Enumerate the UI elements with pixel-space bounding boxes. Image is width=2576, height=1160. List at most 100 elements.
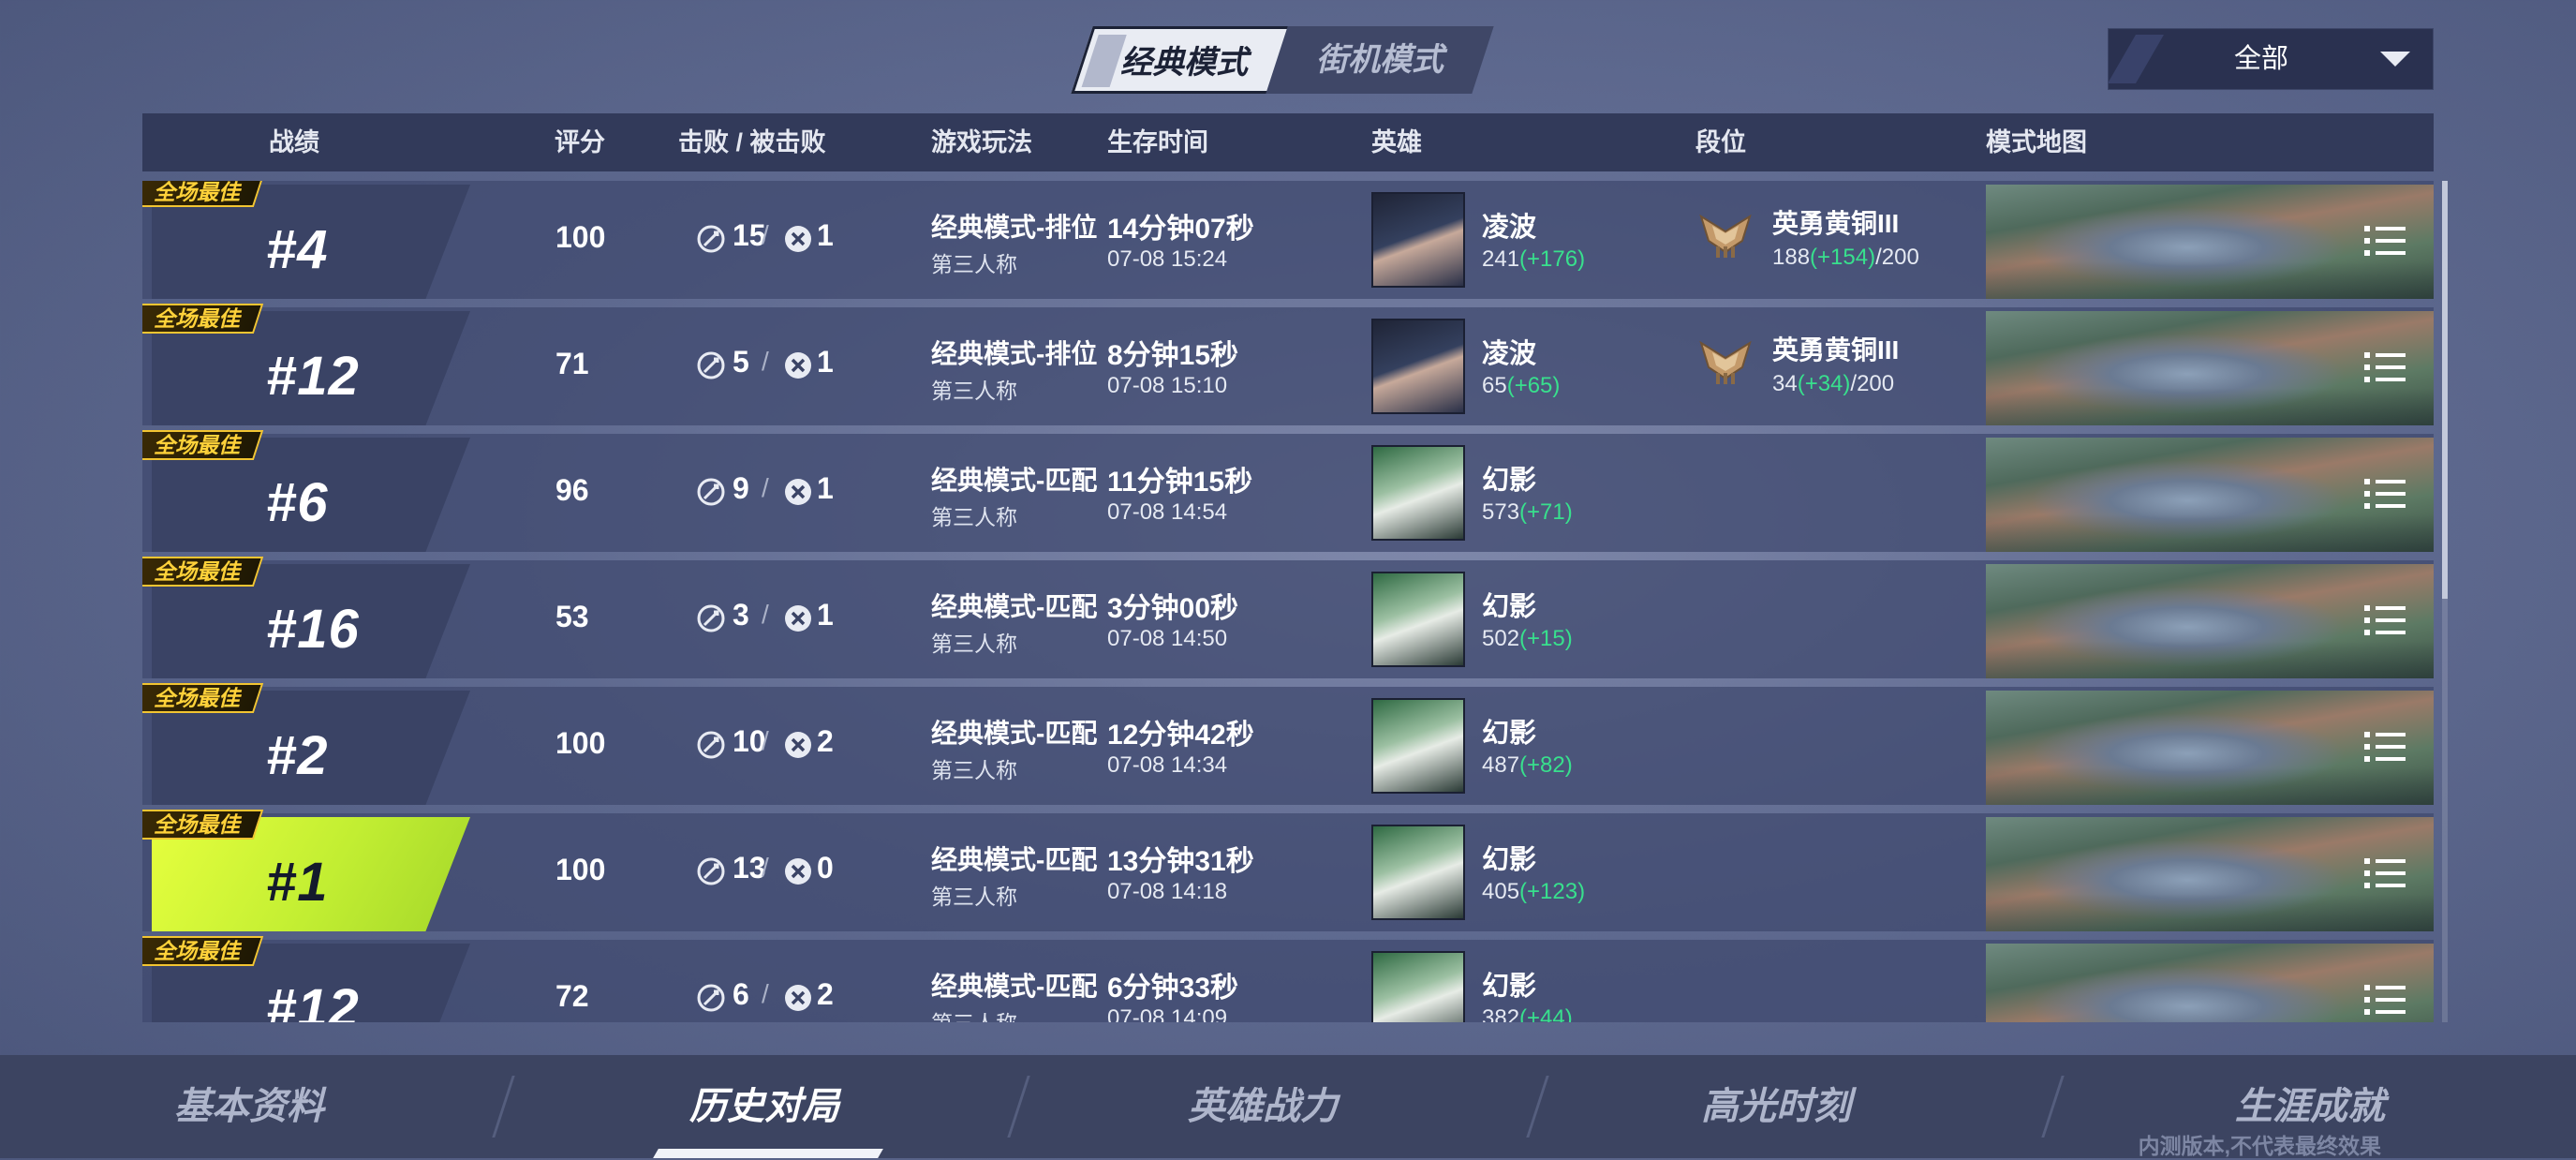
- map-thumbnail[interactable]: [1986, 438, 2434, 552]
- chevron-down-icon: [2380, 52, 2410, 67]
- kill-icon: [696, 350, 726, 380]
- death-icon: [783, 983, 813, 1013]
- kill-icon: [696, 224, 726, 254]
- hero-points-value: 487: [1482, 752, 1520, 778]
- map-thumbnail[interactable]: [1986, 564, 2434, 678]
- hero-points-value: 502: [1482, 626, 1520, 651]
- mvp-badge: 全场最佳: [142, 304, 264, 334]
- header-hero: 英雄: [1371, 128, 1422, 156]
- tab-classic-mode-label: 经典模式: [1120, 45, 1249, 81]
- tab-arcade-mode-label: 街机模式: [1316, 42, 1443, 78]
- deaths-value: 1: [817, 598, 834, 632]
- kd-separator: /: [762, 726, 769, 755]
- hero-avatar[interactable]: [1371, 572, 1465, 667]
- match-row[interactable]: #16 全场最佳 53 3 / 1 经典模式-匹配 第三人称 3分钟00秒 07-08 14:50…: [142, 557, 2434, 678]
- placement-rank: #6: [266, 472, 329, 533]
- hero-avatar[interactable]: [1371, 445, 1465, 541]
- tier-points-max: /200: [1875, 245, 1919, 270]
- mvp-badge-label: 全场最佳: [154, 306, 240, 331]
- map-thumbnail[interactable]: [1986, 185, 2434, 299]
- map-thumbnail[interactable]: [1986, 817, 2434, 931]
- map-thumbnail[interactable]: [1986, 691, 2434, 805]
- kd-separator: /: [762, 979, 769, 1008]
- list-icon[interactable]: [2364, 477, 2406, 511]
- nav-divider: [1526, 1076, 1549, 1138]
- score-value: 71: [555, 347, 589, 380]
- kd-separator: /: [762, 853, 769, 882]
- hero-points-gain: (+82): [1519, 752, 1573, 778]
- header-rank: 段位: [1695, 128, 1746, 156]
- kd-separator: /: [762, 220, 769, 249]
- map-thumbnail[interactable]: [1986, 944, 2434, 1022]
- nav-match-history[interactable]: 历史对局: [689, 1076, 839, 1130]
- hero-avatar[interactable]: [1371, 319, 1465, 414]
- hero-name: 凌波: [1482, 339, 1537, 369]
- kd-separator: /: [762, 473, 769, 502]
- match-datetime: 07-08 14:09: [1107, 1005, 1228, 1022]
- match-row[interactable]: #4 全场最佳 100 15/1 经典模式-排位 第三人称 14分钟07秒 07-08 15:…: [142, 181, 2434, 299]
- death-icon: [783, 856, 813, 886]
- score-value: 100: [555, 220, 606, 254]
- hero-avatar[interactable]: [1371, 951, 1465, 1022]
- tier-points-value: 188: [1772, 245, 1811, 270]
- match-datetime: 07-08 15:10: [1107, 373, 1228, 398]
- perspective: 第三人称: [931, 885, 1017, 909]
- match-row[interactable]: #12 全场最佳 72 6 / 2 经典模式-匹配第三人称 6分钟33秒07-08 14:09…: [142, 936, 2434, 1022]
- match-row[interactable]: #2 全场最佳 100 10/2 经典模式-匹配 第三人称 12分钟42秒 07-08 14:…: [142, 683, 2434, 805]
- list-icon[interactable]: [2364, 856, 2406, 890]
- perspective: 第三人称: [931, 1005, 1017, 1022]
- scrollbar-thumb[interactable]: [2442, 181, 2448, 599]
- hero-avatar[interactable]: [1371, 192, 1465, 288]
- placement-rank: #4: [266, 219, 329, 280]
- nav-career[interactable]: 生涯成就: [2235, 1076, 2385, 1130]
- mvp-badge-label: 全场最佳: [154, 433, 240, 457]
- hero-avatar[interactable]: [1371, 825, 1465, 920]
- hero-points-gain: (+176): [1519, 246, 1586, 272]
- nav-hero-power[interactable]: 英雄战力: [1188, 1076, 1338, 1130]
- list-icon[interactable]: [2364, 350, 2406, 384]
- filter-value: 全部: [2233, 44, 2288, 74]
- match-row[interactable]: #1 全场最佳 100 13/0 经典模式-匹配 第三人称 13分钟31秒 07-08 14:…: [142, 810, 2434, 931]
- hero-points-gain: (+123): [1519, 879, 1586, 904]
- list-icon[interactable]: [2364, 983, 2406, 1017]
- filter-dropdown[interactable]: 全部: [2107, 28, 2434, 90]
- mvp-badge: 全场最佳: [142, 181, 264, 207]
- hero-avatar[interactable]: [1371, 698, 1465, 794]
- kill-icon: [696, 983, 726, 1013]
- nav-highlights[interactable]: 高光时刻: [1701, 1076, 1851, 1130]
- map-thumbnail[interactable]: [1986, 311, 2434, 425]
- score-value: 100: [555, 726, 606, 760]
- perspective: 第三人称: [931, 632, 1017, 656]
- perspective: 第三人称: [931, 505, 1017, 529]
- kill-icon: [696, 730, 726, 760]
- hero-points: 573(+71): [1482, 499, 1573, 526]
- scrollbar[interactable]: [2442, 181, 2448, 1022]
- header-score: 评分: [555, 128, 605, 156]
- game-mode: 经典模式-匹配: [931, 466, 1098, 495]
- match-row[interactable]: #6 全场最佳 96 9 / 1 经典模式-匹配 第三人称 11分钟15秒 07-08 14:54…: [142, 430, 2434, 552]
- list-icon[interactable]: [2364, 603, 2406, 637]
- hero-points: 241(+176): [1482, 246, 1585, 273]
- hero-points-gain: (+44): [1519, 1005, 1573, 1022]
- hero-points-gain: (+15): [1519, 626, 1573, 651]
- match-datetime: 07-08 14:34: [1107, 752, 1228, 778]
- game-mode: 经典模式-匹配: [931, 719, 1098, 748]
- list-icon[interactable]: [2364, 730, 2406, 764]
- hero-name: 幻影: [1482, 972, 1537, 1002]
- hero-points: 502(+15): [1482, 626, 1573, 652]
- match-row[interactable]: #12 全场最佳 71 5 / 1 经典模式-排位 第三人称 8分钟15秒 07-08 15:10…: [142, 304, 2434, 425]
- placement-rank: #12: [266, 346, 360, 407]
- match-datetime: 07-08 15:24: [1107, 246, 1228, 272]
- nav-basic-info[interactable]: 基本资料: [174, 1076, 324, 1130]
- game-mode: 经典模式-排位: [931, 339, 1098, 368]
- tier-points-gain: (+34): [1797, 371, 1851, 396]
- list-icon[interactable]: [2364, 224, 2406, 258]
- game-mode: 经典模式-匹配: [931, 972, 1098, 1001]
- disclaimer-text: 内测版本,不代表最终效果: [2138, 1134, 2381, 1158]
- survival-duration: 14分钟07秒: [1107, 214, 1254, 245]
- bronze-tier-icon: [1695, 203, 1755, 263]
- placement-rank: #12: [266, 978, 360, 1022]
- tab-arcade-mode[interactable]: 街机模式: [1266, 26, 1494, 94]
- tab-classic-mode[interactable]: 经典模式: [1071, 26, 1299, 94]
- hero-points-gain: (+71): [1519, 499, 1573, 525]
